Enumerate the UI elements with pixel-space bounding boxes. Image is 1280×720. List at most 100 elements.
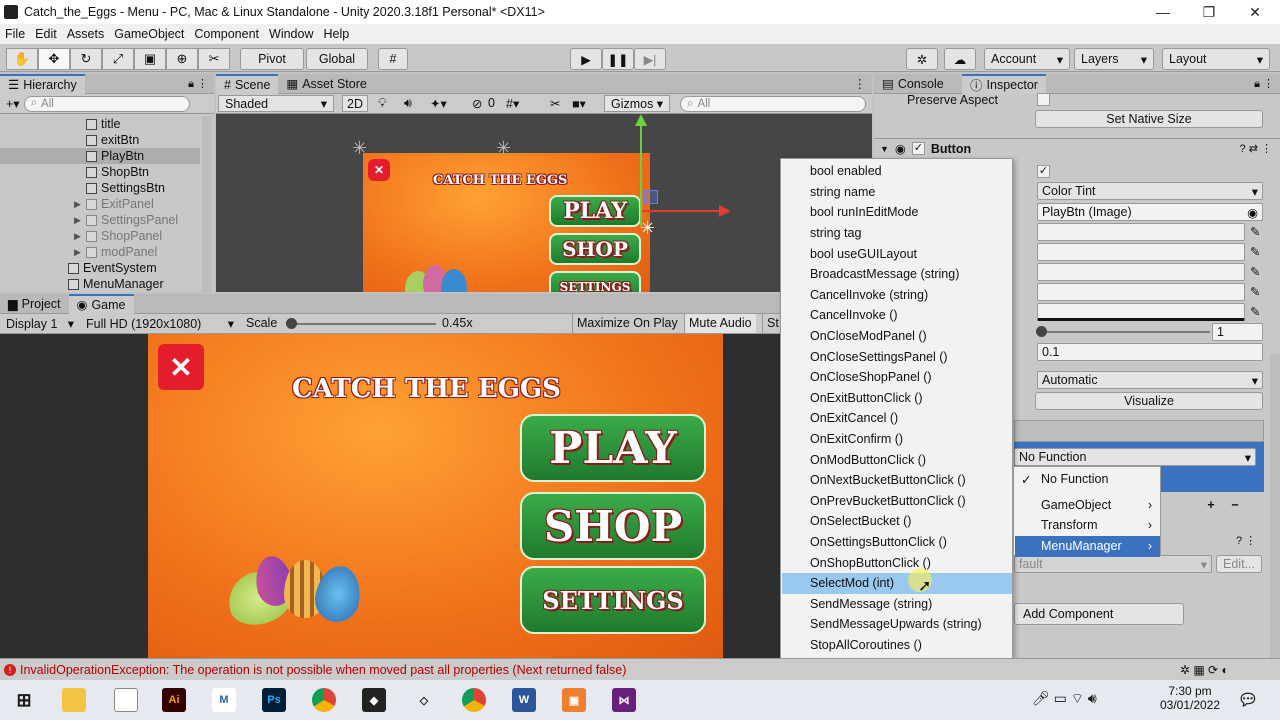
tab-scene[interactable]: # Scene [216, 73, 279, 94]
gizmos-dropdown[interactable]: Gizmos ▾ [604, 95, 670, 112]
tab-console[interactable]: ▤ Console [874, 74, 962, 94]
function-menu-item[interactable]: StopAllCoroutines () [782, 635, 1012, 656]
menu-window[interactable]: Window [264, 27, 318, 41]
app-icon[interactable]: ▣ [562, 688, 586, 712]
file-explorer-icon[interactable] [62, 688, 86, 712]
function-menu-item[interactable]: OnNextBucketButtonClick () [782, 470, 1012, 491]
shading-dropdown[interactable]: Shaded ▾ [218, 95, 334, 112]
hierarchy-item[interactable]: MenuManager [0, 276, 200, 292]
2d-toggle[interactable]: 2D [342, 95, 368, 112]
audio-icon[interactable]: 🔊︎ [404, 96, 412, 111]
color-multiplier-input[interactable]: 1 [1212, 323, 1263, 341]
function-menu-item[interactable]: string name [782, 182, 1012, 203]
cloud-icon[interactable]: ☁ [944, 48, 976, 70]
maximize-on-play-toggle[interactable]: Maximize On Play [572, 314, 682, 333]
notepad-icon[interactable] [114, 688, 138, 712]
function-menu-item[interactable]: OnCloseModPanel () [782, 326, 1012, 347]
component-menu-icon[interactable]: ? ⋮ [1236, 534, 1256, 547]
hierarchy-item[interactable]: EventSystem [0, 260, 200, 276]
transition-dropdown[interactable]: Color Tint ▾ [1037, 182, 1263, 200]
shop-button-game[interactable]: SHOP [520, 492, 706, 560]
tab-game[interactable]: ◉ Game [68, 293, 134, 314]
collab-icon[interactable]: ✲ [906, 48, 938, 70]
tools-icon[interactable]: ✂ [550, 96, 560, 111]
hierarchy-search-input[interactable]: ⌕ All [23, 95, 190, 112]
gizmo-x-arrow-icon[interactable] [719, 205, 731, 217]
pivot-toggle[interactable]: Pivot [240, 48, 304, 70]
function-menu-item[interactable]: OnSelectBucket () [782, 511, 1012, 532]
hierarchy-item[interactable]: title [0, 116, 200, 132]
add-component-button[interactable]: Add Component [1014, 603, 1184, 625]
visualize-button[interactable]: Visualize [1035, 392, 1263, 410]
pivot-handle-icon[interactable]: ✳ [640, 218, 655, 239]
function-menu-item[interactable]: OnCloseSettingsPanel () [782, 346, 1012, 367]
rotate-tool-icon[interactable]: ↻ [70, 48, 102, 70]
unity-editor-icon[interactable]: ◇ [412, 688, 436, 712]
foldout-icon[interactable]: ▼ [880, 144, 889, 154]
game-close-button[interactable]: ✕ [158, 344, 204, 390]
color-multiplier-thumb[interactable] [1036, 326, 1047, 337]
hierarchy-item[interactable]: SettingsBtn [0, 180, 200, 196]
debug-icon[interactable]: ✲ ▦ ⟳ ◐ [1180, 663, 1229, 677]
function-menu-item[interactable]: BroadcastMessage (string) [782, 264, 1012, 285]
submenu-item[interactable]: Transform › [1015, 515, 1160, 536]
expand-arrow-icon[interactable]: ▶ [74, 231, 84, 242]
chrome-icon[interactable] [462, 688, 486, 712]
navigation-dropdown[interactable]: Automatic ▾ [1037, 371, 1263, 389]
submenu-item[interactable]: ✓ No Function [1015, 469, 1160, 490]
function-menu-item[interactable]: SelectMod (int) [782, 573, 1012, 594]
unity-hub-icon[interactable]: ◆ [362, 688, 386, 712]
function-menu-item[interactable]: OnExitConfirm () [782, 429, 1012, 450]
edit-button[interactable]: Edit... [1216, 555, 1262, 573]
tab-asset-store[interactable]: ▦ Asset Store [278, 74, 374, 94]
camera-icon[interactable]: ■▾ [572, 96, 586, 111]
play-button[interactable]: ▶ [570, 48, 602, 70]
rect-tool-icon[interactable]: ▣ [134, 48, 166, 70]
pressed-color-field[interactable] [1037, 263, 1245, 281]
normal-color-field[interactable] [1037, 223, 1245, 241]
hierarchy-item[interactable]: ▶ ShopPanel [0, 228, 200, 244]
tab-inspector[interactable]: ⓘ Inspector [962, 73, 1046, 94]
layers-dropdown[interactable]: Layers ▾ [1074, 48, 1154, 70]
transform-tool-icon[interactable]: ⊕ [166, 48, 198, 70]
function-menu-item[interactable]: CancelInvoke (string) [782, 285, 1012, 306]
word-icon[interactable]: W [512, 688, 536, 712]
minimize-icon[interactable]: — [1140, 0, 1186, 24]
expand-arrow-icon[interactable]: ▶ [74, 247, 84, 258]
windows-start-icon[interactable]: ⊞ [12, 688, 36, 712]
lighting-icon[interactable]: 💡︎ [378, 96, 387, 111]
function-menu-item[interactable]: OnShopButtonClick () [782, 552, 1012, 573]
inspector-scrollbar[interactable] [1270, 354, 1280, 658]
expand-arrow-icon[interactable]: ▶ [74, 215, 84, 226]
tray-icons[interactable]: 🎤︎ ▭ ⌔ 🔊︎ [1032, 690, 1097, 708]
function-menu-item[interactable]: OnSettingsButtonClick () [782, 532, 1012, 553]
account-dropdown[interactable]: Account ▾ [984, 48, 1070, 70]
set-native-size-button[interactable]: Set Native Size [1035, 110, 1263, 128]
menu-help[interactable]: Help [318, 27, 354, 41]
hierarchy-item[interactable]: ShopBtn [0, 164, 200, 180]
chrome-icon[interactable] [312, 688, 336, 712]
scene-search-input[interactable]: ⌕ All [680, 96, 866, 112]
maximize-icon[interactable]: ❐ [1186, 0, 1232, 24]
color-multiplier-slider[interactable] [1042, 331, 1210, 333]
selected-color-field[interactable] [1037, 283, 1245, 301]
interactable-checkbox[interactable]: ✓ [1037, 165, 1050, 178]
function-menu-item[interactable]: bool runInEditMode [782, 202, 1012, 223]
add-icon[interactable]: +▾ [6, 96, 20, 111]
preserve-aspect-checkbox[interactable] [1037, 93, 1050, 106]
pause-button[interactable]: ❚❚ [602, 48, 634, 70]
photoshop-icon[interactable]: Ps [262, 688, 286, 712]
tab-project[interactable]: ▆ Project [0, 294, 69, 314]
visual-studio-icon[interactable]: ⋈ [612, 688, 636, 712]
app-icon[interactable]: M [212, 688, 236, 712]
fade-duration-input[interactable]: 0.1 [1037, 343, 1263, 361]
function-menu-item[interactable]: bool enabled [782, 161, 1012, 182]
scale-tool-icon[interactable]: ⤢ [102, 48, 134, 70]
scale-slider-track[interactable] [290, 323, 436, 325]
close-icon[interactable]: ✕ [1232, 0, 1278, 24]
lock-icon[interactable]: 🔒︎ ⋮ [188, 77, 208, 91]
expand-arrow-icon[interactable]: ▶ [74, 199, 84, 210]
menu-assets[interactable]: Assets [62, 27, 110, 41]
function-menu-item[interactable]: SendMessageUpwards (string) [782, 614, 1012, 635]
status-message[interactable]: InvalidOperationException: The operation… [20, 663, 626, 677]
